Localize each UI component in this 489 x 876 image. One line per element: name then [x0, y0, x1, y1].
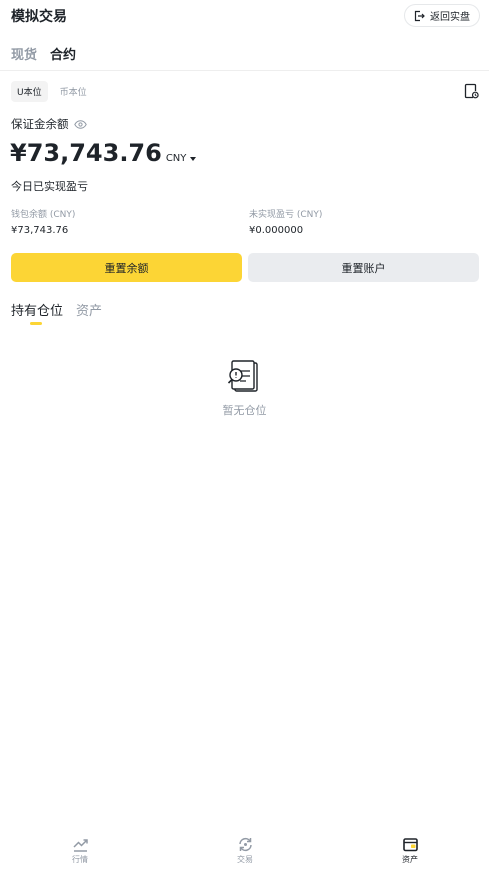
eye-icon[interactable] — [73, 119, 87, 129]
tab-coin-margined[interactable]: 币本位 — [54, 81, 93, 102]
document-clock-icon[interactable] — [464, 83, 479, 99]
tab-spot[interactable]: 现货 — [11, 44, 37, 63]
tab-futures[interactable]: 合约 — [50, 44, 76, 63]
caret-down-icon — [190, 156, 197, 161]
nav-label-trade: 交易 — [237, 855, 253, 864]
tab-usdt-margined[interactable]: U本位 — [11, 81, 48, 102]
empty-document-icon — [227, 360, 258, 392]
reset-balance-button[interactable]: 重置余额 — [11, 253, 242, 282]
nav-label-markets: 行情 — [72, 855, 88, 864]
divider — [0, 70, 489, 71]
tab-assets[interactable]: 资产 — [76, 300, 102, 319]
wallet-balance-label: 钱包余额 (CNY) — [11, 210, 76, 220]
swap-icon — [238, 837, 252, 852]
wallet-balance-stat: 钱包余额 (CNY) ¥73,743.76 — [11, 207, 75, 236]
back-to-live-button[interactable]: 返回实盘 — [404, 4, 480, 27]
margin-balance-row: ¥73,743.76 CNY — [10, 139, 197, 167]
margin-balance-label-row: 保证金余额 — [11, 116, 87, 132]
back-to-live-label: 返回实盘 — [430, 12, 470, 23]
nav-label-assets: 资产 — [402, 855, 418, 864]
margin-unit-tabs: U本位 币本位 — [11, 81, 93, 102]
page-title: 模拟交易 — [11, 9, 67, 25]
margin-balance-value: ¥73,743.76 — [10, 139, 162, 167]
mode-tabs: 现货 合约 — [11, 44, 76, 63]
currency-label: CNY — [165, 153, 187, 164]
header: 模拟交易 返回实盘 — [0, 0, 489, 34]
empty-state-text: 暂无仓位 — [222, 404, 267, 417]
exit-icon — [414, 10, 425, 21]
unrealized-pnl-stat: 未实现盈亏 (CNY) ¥0.000000 — [249, 207, 322, 236]
nav-item-assets[interactable]: 资产 — [390, 836, 430, 865]
bottom-nav: 行情 交易 资产 — [0, 836, 489, 876]
nav-item-markets[interactable]: 行情 — [60, 836, 100, 865]
margin-balance-label: 保证金余额 — [11, 117, 69, 131]
nav-item-trade[interactable]: 交易 — [225, 836, 265, 865]
realized-pnl-today-label[interactable]: 今日已实现盈亏 — [11, 178, 88, 194]
reset-account-button[interactable]: 重置账户 — [248, 253, 479, 282]
wallet-balance-value: ¥73,743.76 — [11, 225, 69, 236]
unrealized-pnl-label: 未实现盈亏 (CNY) — [249, 210, 323, 220]
tab-positions[interactable]: 持有仓位 — [11, 300, 63, 319]
chart-trend-icon — [72, 839, 88, 852]
wallet-icon — [402, 838, 418, 852]
active-tab-indicator — [30, 322, 42, 325]
position-tabs: 持有仓位 资产 — [11, 300, 102, 319]
currency-selector[interactable]: CNY — [166, 153, 197, 164]
unrealized-pnl-value: ¥0.000000 — [249, 225, 304, 236]
